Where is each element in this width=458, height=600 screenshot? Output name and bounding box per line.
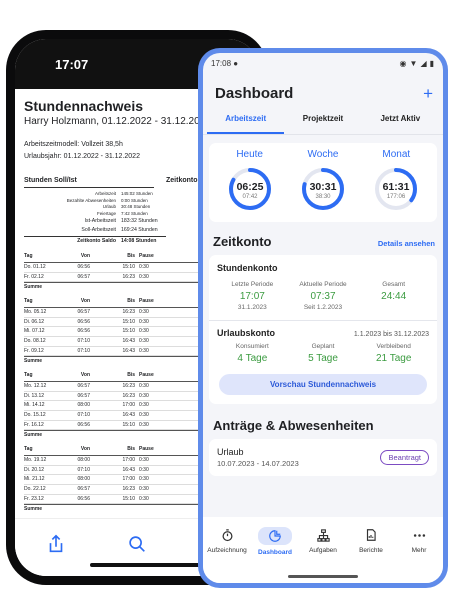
svg-text:38:30: 38:30 (315, 194, 331, 200)
stundenkonto-title: Stundenkonto (217, 263, 278, 273)
request-item[interactable]: Urlaub 10.07.2023 - 14.07.2023 Beantragt (209, 439, 437, 476)
svg-text:177:06: 177:06 (387, 194, 406, 200)
ist-row: Ist-Arbeitszeit 183:32 Stunden (84, 218, 158, 224)
status-time: 17:08 ● (211, 58, 239, 68)
nav-label: Berichte (359, 547, 383, 554)
svg-text:07:42: 07:42 (242, 194, 258, 200)
android-status-bar: 17:08 ● ◉ ▼ ◢ ▮ (203, 53, 443, 73)
stopwatch-icon (213, 527, 241, 543)
divider (209, 320, 437, 321)
total: Gesamt 24:44 (381, 281, 407, 302)
antraege-header: Anträge & Abwesenheiten (203, 404, 443, 439)
page-title: Dashboard (215, 85, 294, 102)
request-dates: 10.07.2023 - 14.07.2023 (217, 459, 299, 468)
hierarchy-icon (309, 527, 337, 543)
nav-label: Mehr (411, 547, 427, 554)
stundenkonto-values: Letzte Periode 17:07 31.1.2023 Aktuelle … (217, 281, 429, 311)
urlaubskonto-header: Urlaubskonto 1.1.2023 bis 31.12.2023 (217, 328, 429, 338)
more-icon (405, 527, 433, 543)
gauge-heute[interactable]: Heute 06:25 07:42 (219, 149, 281, 212)
gauge-label: Heute (236, 149, 263, 160)
divider (203, 134, 443, 135)
zeitkonto-header: Zeitkonto Details ansehen (203, 222, 443, 255)
dashboard-screen: 17:08 ● ◉ ▼ ◢ ▮ Dashboard + Arbeitszeit … (203, 53, 443, 583)
nav-label: Aufgaben (309, 547, 337, 554)
pie-chart-icon (258, 527, 292, 545)
section-title: Zeitkonto (213, 234, 272, 249)
gauge-monat[interactable]: Monat 61:31 177:06 (365, 149, 427, 212)
progress-ring: 61:31177:06 (375, 168, 418, 210)
tab-projektzeit[interactable]: Projektzeit (284, 114, 361, 134)
gauge-label: Monat (382, 149, 411, 160)
nav-label: Aufzeichnung (207, 547, 247, 554)
last-period: Letzte Periode 17:07 31.1.2023 (231, 281, 274, 311)
status-time: 17:07 (55, 56, 89, 72)
wifi-icon: ▼ (409, 58, 418, 68)
tab-bar: Arbeitszeit Projektzeit Jetzt Aktiv (203, 114, 443, 134)
signal-icon: ◢ (420, 58, 427, 68)
saldo-row: Zeitkonto Saldo 14:08 Stunden (24, 236, 166, 246)
tab-arbeitszeit[interactable]: Arbeitszeit (207, 114, 285, 134)
nav-aufzeichnung[interactable]: Aufzeichnung (205, 527, 249, 583)
nav-label: Dashboard (258, 549, 292, 556)
report-icon (357, 527, 385, 543)
progress-ring: 06:2507:42 (228, 168, 271, 210)
status-icons: ◉ ▼ ◢ ▮ (400, 59, 434, 68)
zeitkonto-card: Stundenkonto Letzte Periode 17:07 31.1.2… (209, 255, 437, 404)
home-indicator (90, 563, 200, 567)
search-icon[interactable] (126, 533, 148, 555)
svg-text:06:25: 06:25 (236, 181, 263, 193)
add-button[interactable]: + (423, 85, 433, 102)
gauge-woche[interactable]: Woche 30:31 38:30 (292, 149, 354, 212)
svg-text:61:31: 61:31 (383, 181, 410, 193)
consumed: Konsumiert 4 Tage (235, 343, 269, 364)
current-period: Aktuelle Periode 07:37 Seit 1.2.2023 (299, 281, 347, 311)
soll-ist-table: Arbeitszeit 145:02 Stunden Bezahlte Abwese… (24, 191, 166, 246)
request-type: Urlaub (217, 447, 244, 457)
section-title: Anträge & Abwesenheiten (213, 418, 374, 433)
section-soll-ist: Stunden Soll/Ist (24, 177, 77, 184)
battery-icon: ▮ (429, 58, 434, 68)
home-indicator (288, 575, 358, 578)
preview-report-button[interactable]: Vorschau Stundennachweis (219, 374, 427, 395)
share-icon[interactable] (45, 533, 67, 555)
tab-jetzt-aktiv[interactable]: Jetzt Aktiv (362, 114, 439, 134)
location-icon: ◉ (399, 58, 407, 68)
progress-ring: 30:3138:30 (301, 168, 344, 210)
soll-row: Soll-Arbeitszeit 169:24 Stunden (81, 227, 158, 233)
status-badge: Beantragt (380, 450, 429, 465)
svg-text:30:31: 30:31 (310, 181, 337, 193)
bottom-navigation: Aufzeichnung Dashboard Aufgaben Berichte (203, 517, 443, 583)
time-gauges: Heute 06:25 07:42 Woche 30:31 38:30 Monat 61:31… (209, 143, 437, 222)
remaining: Verbleibend 21 Tage (375, 343, 412, 364)
app-bar: Dashboard + (203, 73, 443, 102)
front-phone: 17:08 ● ◉ ▼ ◢ ▮ Dashboard + Arbeitszeit … (198, 48, 448, 588)
section-zeitkonto: Zeitkonto (166, 177, 198, 184)
planned: Geplant 5 Tage (308, 343, 338, 364)
details-link[interactable]: Details ansehen (378, 239, 435, 248)
urlaubskonto-range: 1.1.2023 bis 31.12.2023 (353, 331, 429, 338)
gauge-label: Woche (307, 149, 339, 160)
urlaubskonto-values: Konsumiert 4 Tage Geplant 5 Tage Verblei… (217, 343, 429, 364)
urlaubskonto-title: Urlaubskonto (217, 328, 276, 338)
nav-mehr[interactable]: Mehr (397, 527, 441, 583)
divider (24, 187, 154, 188)
